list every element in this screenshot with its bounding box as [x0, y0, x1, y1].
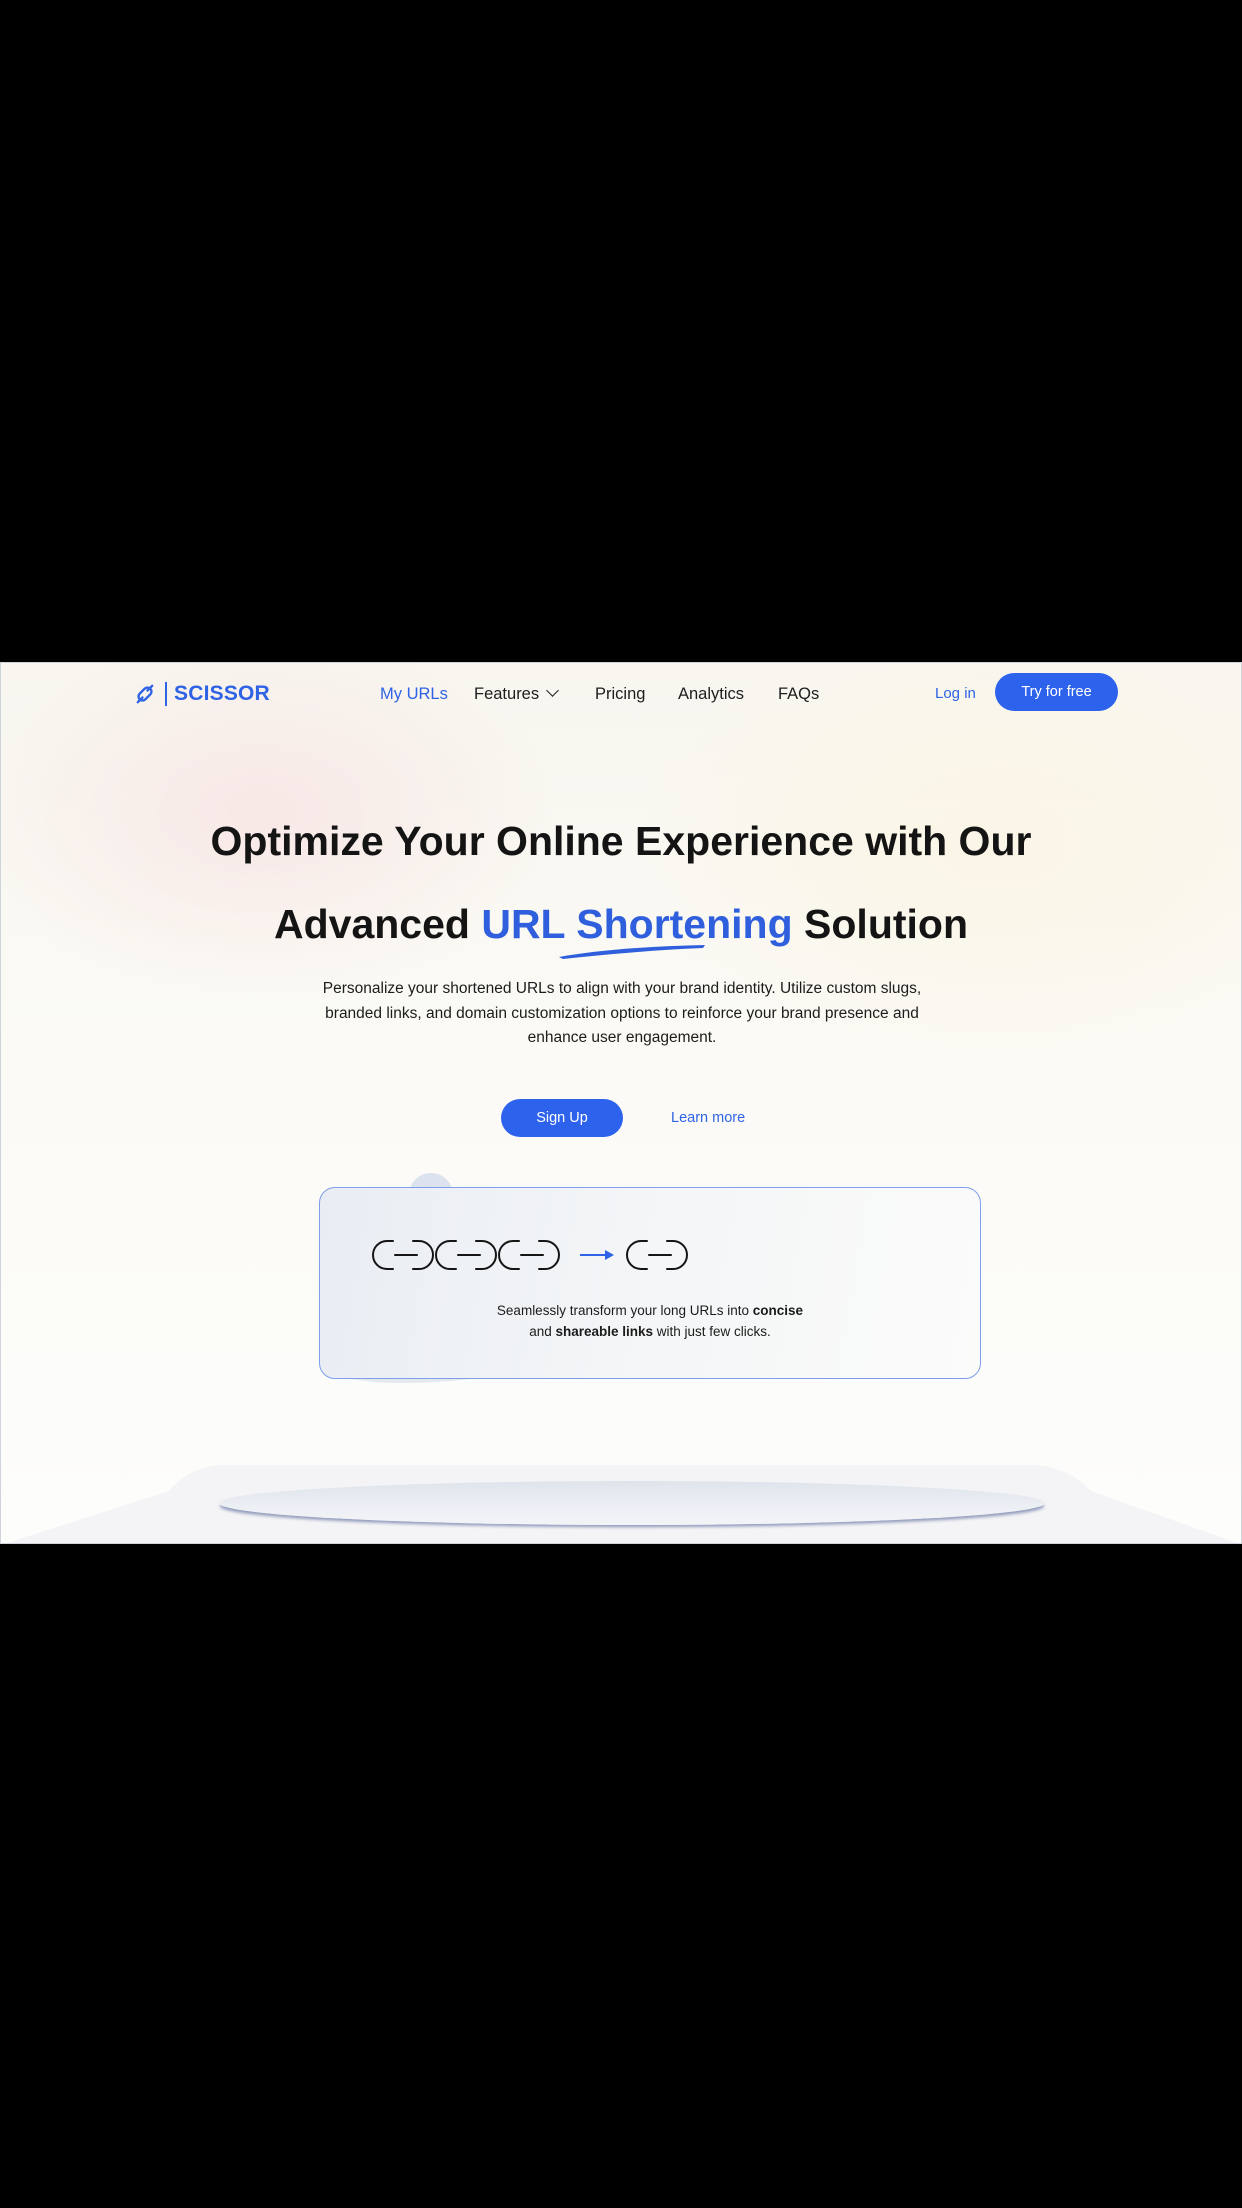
short-chain-link-icon	[626, 1240, 688, 1270]
hero-title-accent: URL Shortening	[481, 901, 793, 947]
card-text-part: Seamlessly transform your long URLs into	[496, 1303, 753, 1318]
underline-swoosh	[559, 945, 705, 959]
login-link[interactable]: Log in	[935, 679, 976, 709]
nav-item-analytics[interactable]: Analytics	[678, 679, 744, 709]
card-text-part: and	[529, 1324, 556, 1339]
stage-ellipse	[219, 1481, 1045, 1525]
sign-up-button[interactable]: Sign Up	[501, 1099, 623, 1137]
card-text-part: with just few clicks.	[653, 1324, 771, 1339]
hero-title-suffix: Solution	[792, 901, 968, 947]
hero-title-line-2: Advanced URL Shortening Solution	[1, 899, 1241, 949]
nav-item-faqs[interactable]: FAQs	[778, 679, 819, 709]
card-text-bold: shareable links	[555, 1324, 654, 1339]
hero-subtitle: Personalize your shortened URLs to align…	[322, 980, 922, 1046]
landing-page: SCISSOR My URLs Features Pricing Analyti…	[0, 662, 1242, 1544]
hero-title-line-1: Optimize Your Online Experience with Our	[210, 818, 1032, 864]
learn-more-link[interactable]: Learn more	[671, 1099, 745, 1137]
arrow-right-icon	[580, 1250, 614, 1260]
card-description: Seamlessly transform your long URLs into…	[320, 1300, 980, 1342]
hero-title-prefix: Advanced	[274, 901, 482, 947]
nav-item-my-urls[interactable]: My URLs	[380, 679, 448, 709]
chevron-down-icon	[546, 684, 559, 697]
link-transform-illustration	[372, 1240, 688, 1270]
nav-item-features-label: Features	[474, 685, 540, 703]
nav-item-features[interactable]: Features	[474, 679, 559, 709]
feature-card: Seamlessly transform your long URLs into…	[319, 1187, 981, 1379]
nav-item-pricing[interactable]: Pricing	[595, 679, 645, 709]
card-text-bold: concise	[752, 1303, 804, 1318]
long-chain-link-icon	[372, 1240, 560, 1270]
try-for-free-button[interactable]: Try for free	[995, 673, 1118, 711]
